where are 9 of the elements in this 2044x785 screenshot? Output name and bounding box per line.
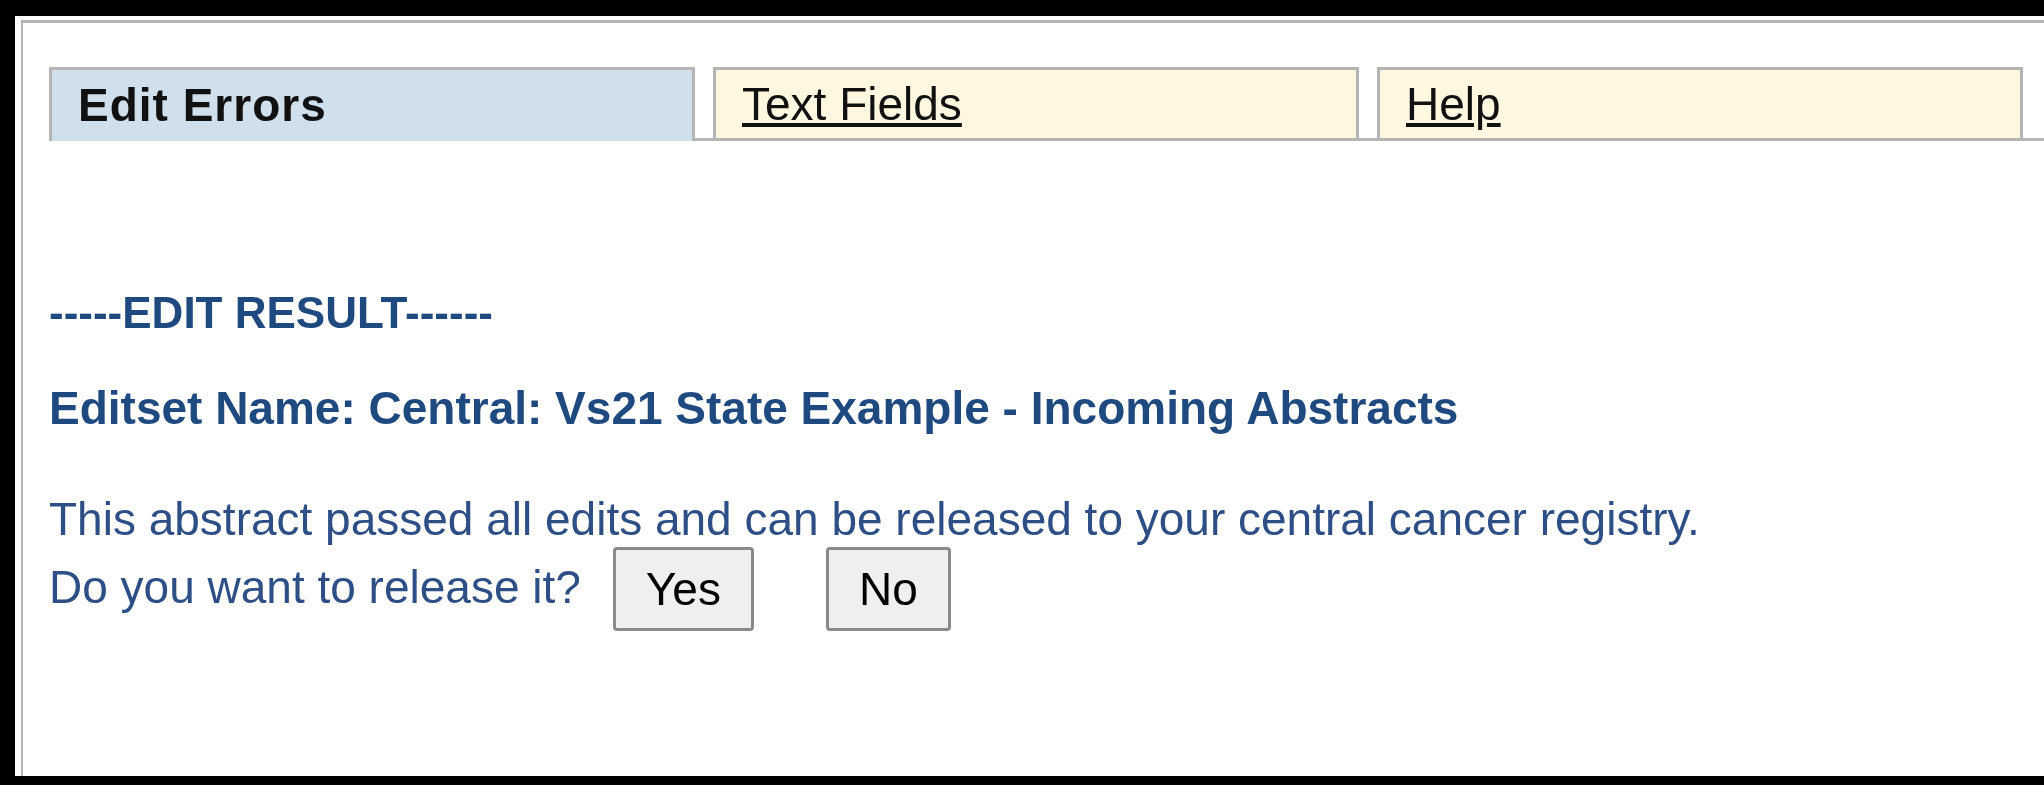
tab[interactable]: Help: [1377, 67, 2023, 138]
tab[interactable]: Text Fields: [713, 67, 1359, 138]
answer-button[interactable]: No: [825, 547, 951, 631]
editset-name: Editset Name: Central: Vs21 State Example - Incoming Abstracts: [49, 381, 1460, 436]
result-heading: -----EDIT RESULT------: [49, 287, 494, 339]
prompt-text: Do you want to release it?: [49, 560, 581, 615]
tab[interactable]: Edit Errors: [49, 67, 695, 141]
answer-button[interactable]: Yes: [612, 547, 754, 631]
message-text: This abstract passed all edits and can be released to your central cancer registry.: [49, 492, 1701, 547]
